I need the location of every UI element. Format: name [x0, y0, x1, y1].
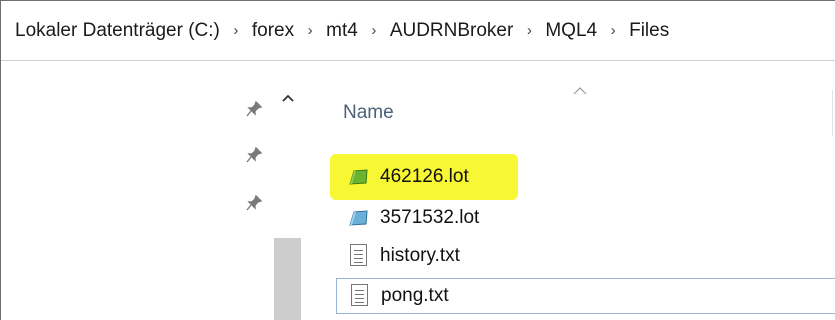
chevron-right-icon[interactable]: ›: [599, 22, 627, 39]
file-row-3571532-lot[interactable]: 3571532.lot: [336, 200, 835, 236]
pin-icon[interactable]: [244, 194, 264, 214]
pin-icon[interactable]: [244, 100, 264, 120]
file-name: pong.txt: [381, 285, 449, 306]
lot-file-green-icon: [346, 165, 372, 189]
chevron-right-icon[interactable]: ›: [296, 22, 324, 39]
chevron-right-icon[interactable]: ›: [515, 22, 543, 39]
breadcrumb-mt4[interactable]: mt4: [324, 20, 360, 42]
breadcrumb-mql4[interactable]: MQL4: [543, 20, 599, 42]
navigation-pane: [1, 62, 301, 320]
sort-ascending-icon: [570, 82, 590, 98]
file-name: 462126.lot: [380, 166, 469, 187]
scrollbar-thumb[interactable]: [274, 238, 301, 320]
breadcrumb-forex[interactable]: forex: [250, 20, 296, 42]
file-name: history.txt: [380, 245, 460, 266]
breadcrumb-files[interactable]: Files: [627, 20, 671, 42]
file-row-pong-txt[interactable]: pong.txt: [336, 278, 835, 314]
text-file-icon: [346, 244, 372, 268]
chevron-right-icon[interactable]: ›: [360, 22, 388, 39]
lot-file-blue-icon: [346, 206, 372, 230]
file-row-history-txt[interactable]: history.txt: [336, 238, 835, 274]
file-name: 3571532.lot: [380, 207, 480, 228]
chevron-right-icon[interactable]: ›: [222, 22, 250, 39]
file-list: Name 462126.lot 3571532.lot history.txt …: [302, 62, 835, 320]
column-header-name[interactable]: Name: [343, 102, 394, 124]
address-bar[interactable]: Lokaler Datenträger (C:) › forex › mt4 ›…: [1, 1, 835, 61]
pin-icon[interactable]: [244, 146, 264, 166]
column-divider[interactable]: [832, 90, 833, 136]
scroll-up-arrow-icon[interactable]: [274, 86, 301, 110]
breadcrumb-audrnbroker[interactable]: AUDRNBroker: [388, 20, 516, 42]
navigation-scrollbar[interactable]: [274, 62, 301, 320]
breadcrumb-drive-c[interactable]: Lokaler Datenträger (C:): [13, 20, 222, 42]
text-file-icon: [347, 284, 373, 308]
file-row-462126-lot[interactable]: 462126.lot: [330, 154, 518, 200]
